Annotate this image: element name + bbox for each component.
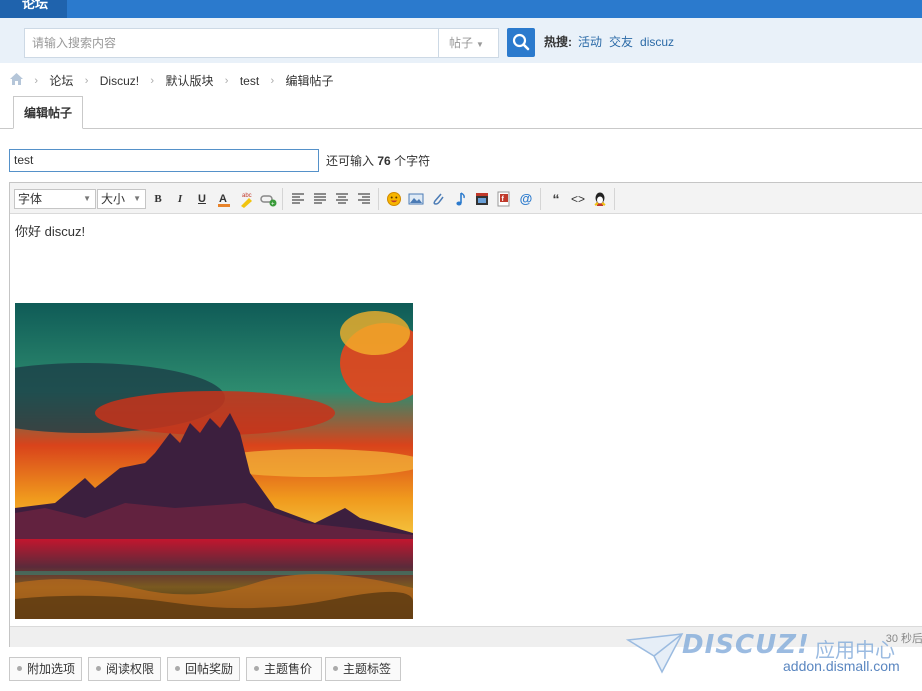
option-thread-tags[interactable]: 主题标签 xyxy=(325,657,401,681)
italic-icon[interactable]: I xyxy=(171,190,189,208)
size-select[interactable]: 大小 ▼ xyxy=(97,189,146,209)
hot-link[interactable]: 活动 xyxy=(578,35,602,49)
inserted-landscape-image[interactable] xyxy=(15,303,413,619)
hot-label: 热搜: xyxy=(544,35,572,49)
bullet-icon xyxy=(175,666,180,672)
svg-text:+: + xyxy=(271,202,275,208)
hot-searches: 热搜: 活动 交友 discuz xyxy=(544,35,681,49)
breadcrumb-item[interactable]: 默认版块 xyxy=(165,73,213,89)
toolbar-divider xyxy=(378,188,379,210)
quote-icon[interactable]: “ xyxy=(547,190,565,208)
bullet-icon xyxy=(333,666,338,672)
option-thread-price[interactable]: 主题售价 xyxy=(246,657,322,681)
align-right-icon[interactable] xyxy=(355,190,373,208)
image-icon[interactable] xyxy=(407,190,425,208)
breadcrumb-item[interactable]: 论坛 xyxy=(49,73,73,89)
tab-bar: 编辑帖子 xyxy=(0,96,922,129)
smiley-icon[interactable] xyxy=(385,190,403,208)
option-label: 主题标签 xyxy=(343,662,392,676)
qq-icon[interactable] xyxy=(591,190,609,208)
counter-suffix: 个字符 xyxy=(394,154,431,168)
chevron-right-icon: › xyxy=(84,74,89,87)
paper-plane-icon xyxy=(626,633,684,674)
toolbar-divider xyxy=(282,188,283,210)
breadcrumb-item[interactable]: Discuz! xyxy=(100,73,139,89)
font-color-icon[interactable]: A xyxy=(215,190,233,208)
search-input[interactable]: 请输入搜索内容 xyxy=(24,28,438,58)
counter-prefix: 还可输入 xyxy=(326,154,375,168)
breadcrumb-item[interactable]: test xyxy=(240,73,259,89)
mention-icon[interactable]: @ xyxy=(517,190,535,208)
post-title-input[interactable]: test xyxy=(9,149,319,172)
search-icon xyxy=(512,33,530,51)
link-icon[interactable]: + xyxy=(259,190,277,208)
align-left-icon[interactable] xyxy=(289,190,307,208)
watermark-domain: addon.dismall.com xyxy=(783,658,900,674)
breadcrumb: › 论坛 › Discuz! › 默认版块 › test › 编辑帖子 xyxy=(10,72,334,88)
chevron-down-icon: ▼ xyxy=(133,194,141,203)
chevron-down-icon: ▼ xyxy=(83,194,91,203)
attachment-icon[interactable] xyxy=(429,190,447,208)
option-read-permission[interactable]: 阅读权限 xyxy=(88,657,161,681)
size-select-label: 大小 xyxy=(101,192,126,206)
font-select-label: 字体 xyxy=(18,192,43,206)
music-icon[interactable] xyxy=(451,190,469,208)
flash-icon[interactable]: f xyxy=(495,190,513,208)
code-icon[interactable]: <> xyxy=(569,190,587,208)
option-extra[interactable]: 附加选项 xyxy=(9,657,82,681)
tab-edit-post[interactable]: 编辑帖子 xyxy=(13,96,83,129)
option-label: 附加选项 xyxy=(27,662,76,676)
svg-text:A: A xyxy=(219,193,227,205)
option-label: 阅读权限 xyxy=(106,662,155,676)
editor-toolbar: 字体 ▼ 大小 ▼ B I U A abc + f @ “ <> xyxy=(10,183,922,214)
title-char-counter: 还可输入 76 个字符 xyxy=(326,154,430,168)
breadcrumb-current: 编辑帖子 xyxy=(285,73,334,88)
counter-value: 76 xyxy=(377,154,391,168)
chevron-right-icon: › xyxy=(34,74,39,87)
top-nav: 论坛 xyxy=(0,0,922,18)
chevron-right-icon: › xyxy=(224,74,229,87)
hot-link[interactable]: discuz xyxy=(640,35,674,49)
editor-body-text: 你好 discuz! xyxy=(15,224,86,239)
search-button[interactable] xyxy=(507,28,535,57)
watermark-brand: DISCUZ! xyxy=(682,630,810,660)
option-label: 主题售价 xyxy=(264,662,313,676)
bullet-icon xyxy=(96,666,101,672)
search-type-select[interactable]: 帖子 ▼ xyxy=(438,28,499,58)
align-justify-icon[interactable] xyxy=(311,190,329,208)
bullet-icon xyxy=(17,666,22,672)
bold-icon[interactable]: B xyxy=(149,190,167,208)
home-icon[interactable] xyxy=(10,72,23,89)
hot-link[interactable]: 交友 xyxy=(609,35,633,49)
option-label: 回帖奖励 xyxy=(185,662,234,676)
option-reply-reward[interactable]: 回帖奖励 xyxy=(167,657,240,681)
video-icon[interactable] xyxy=(473,190,491,208)
highlight-icon[interactable]: abc xyxy=(237,190,255,208)
align-center-icon[interactable] xyxy=(333,190,351,208)
toolbar-divider xyxy=(540,188,541,210)
chevron-right-icon: › xyxy=(150,74,155,87)
bullet-icon xyxy=(254,666,259,672)
search-type-label: 帖子 xyxy=(449,36,474,50)
rich-text-editor: 字体 ▼ 大小 ▼ B I U A abc + f @ “ <> 你好 disc… xyxy=(9,182,922,647)
nav-tab-forum[interactable]: 论坛 xyxy=(0,0,67,18)
search-bar: 请输入搜索内容 帖子 ▼ 热搜: 活动 交友 discuz xyxy=(0,18,922,63)
font-select[interactable]: 字体 ▼ xyxy=(14,189,96,209)
chevron-right-icon: › xyxy=(270,74,275,87)
svg-text:abc: abc xyxy=(242,193,252,199)
editor-content[interactable]: 你好 discuz! xyxy=(10,215,922,626)
toolbar-divider xyxy=(614,188,615,210)
watermark-logo: DISCUZ! 应用中心 addon.dismall.com xyxy=(622,628,922,688)
chevron-down-icon: ▼ xyxy=(476,40,484,49)
underline-icon[interactable]: U xyxy=(193,190,211,208)
